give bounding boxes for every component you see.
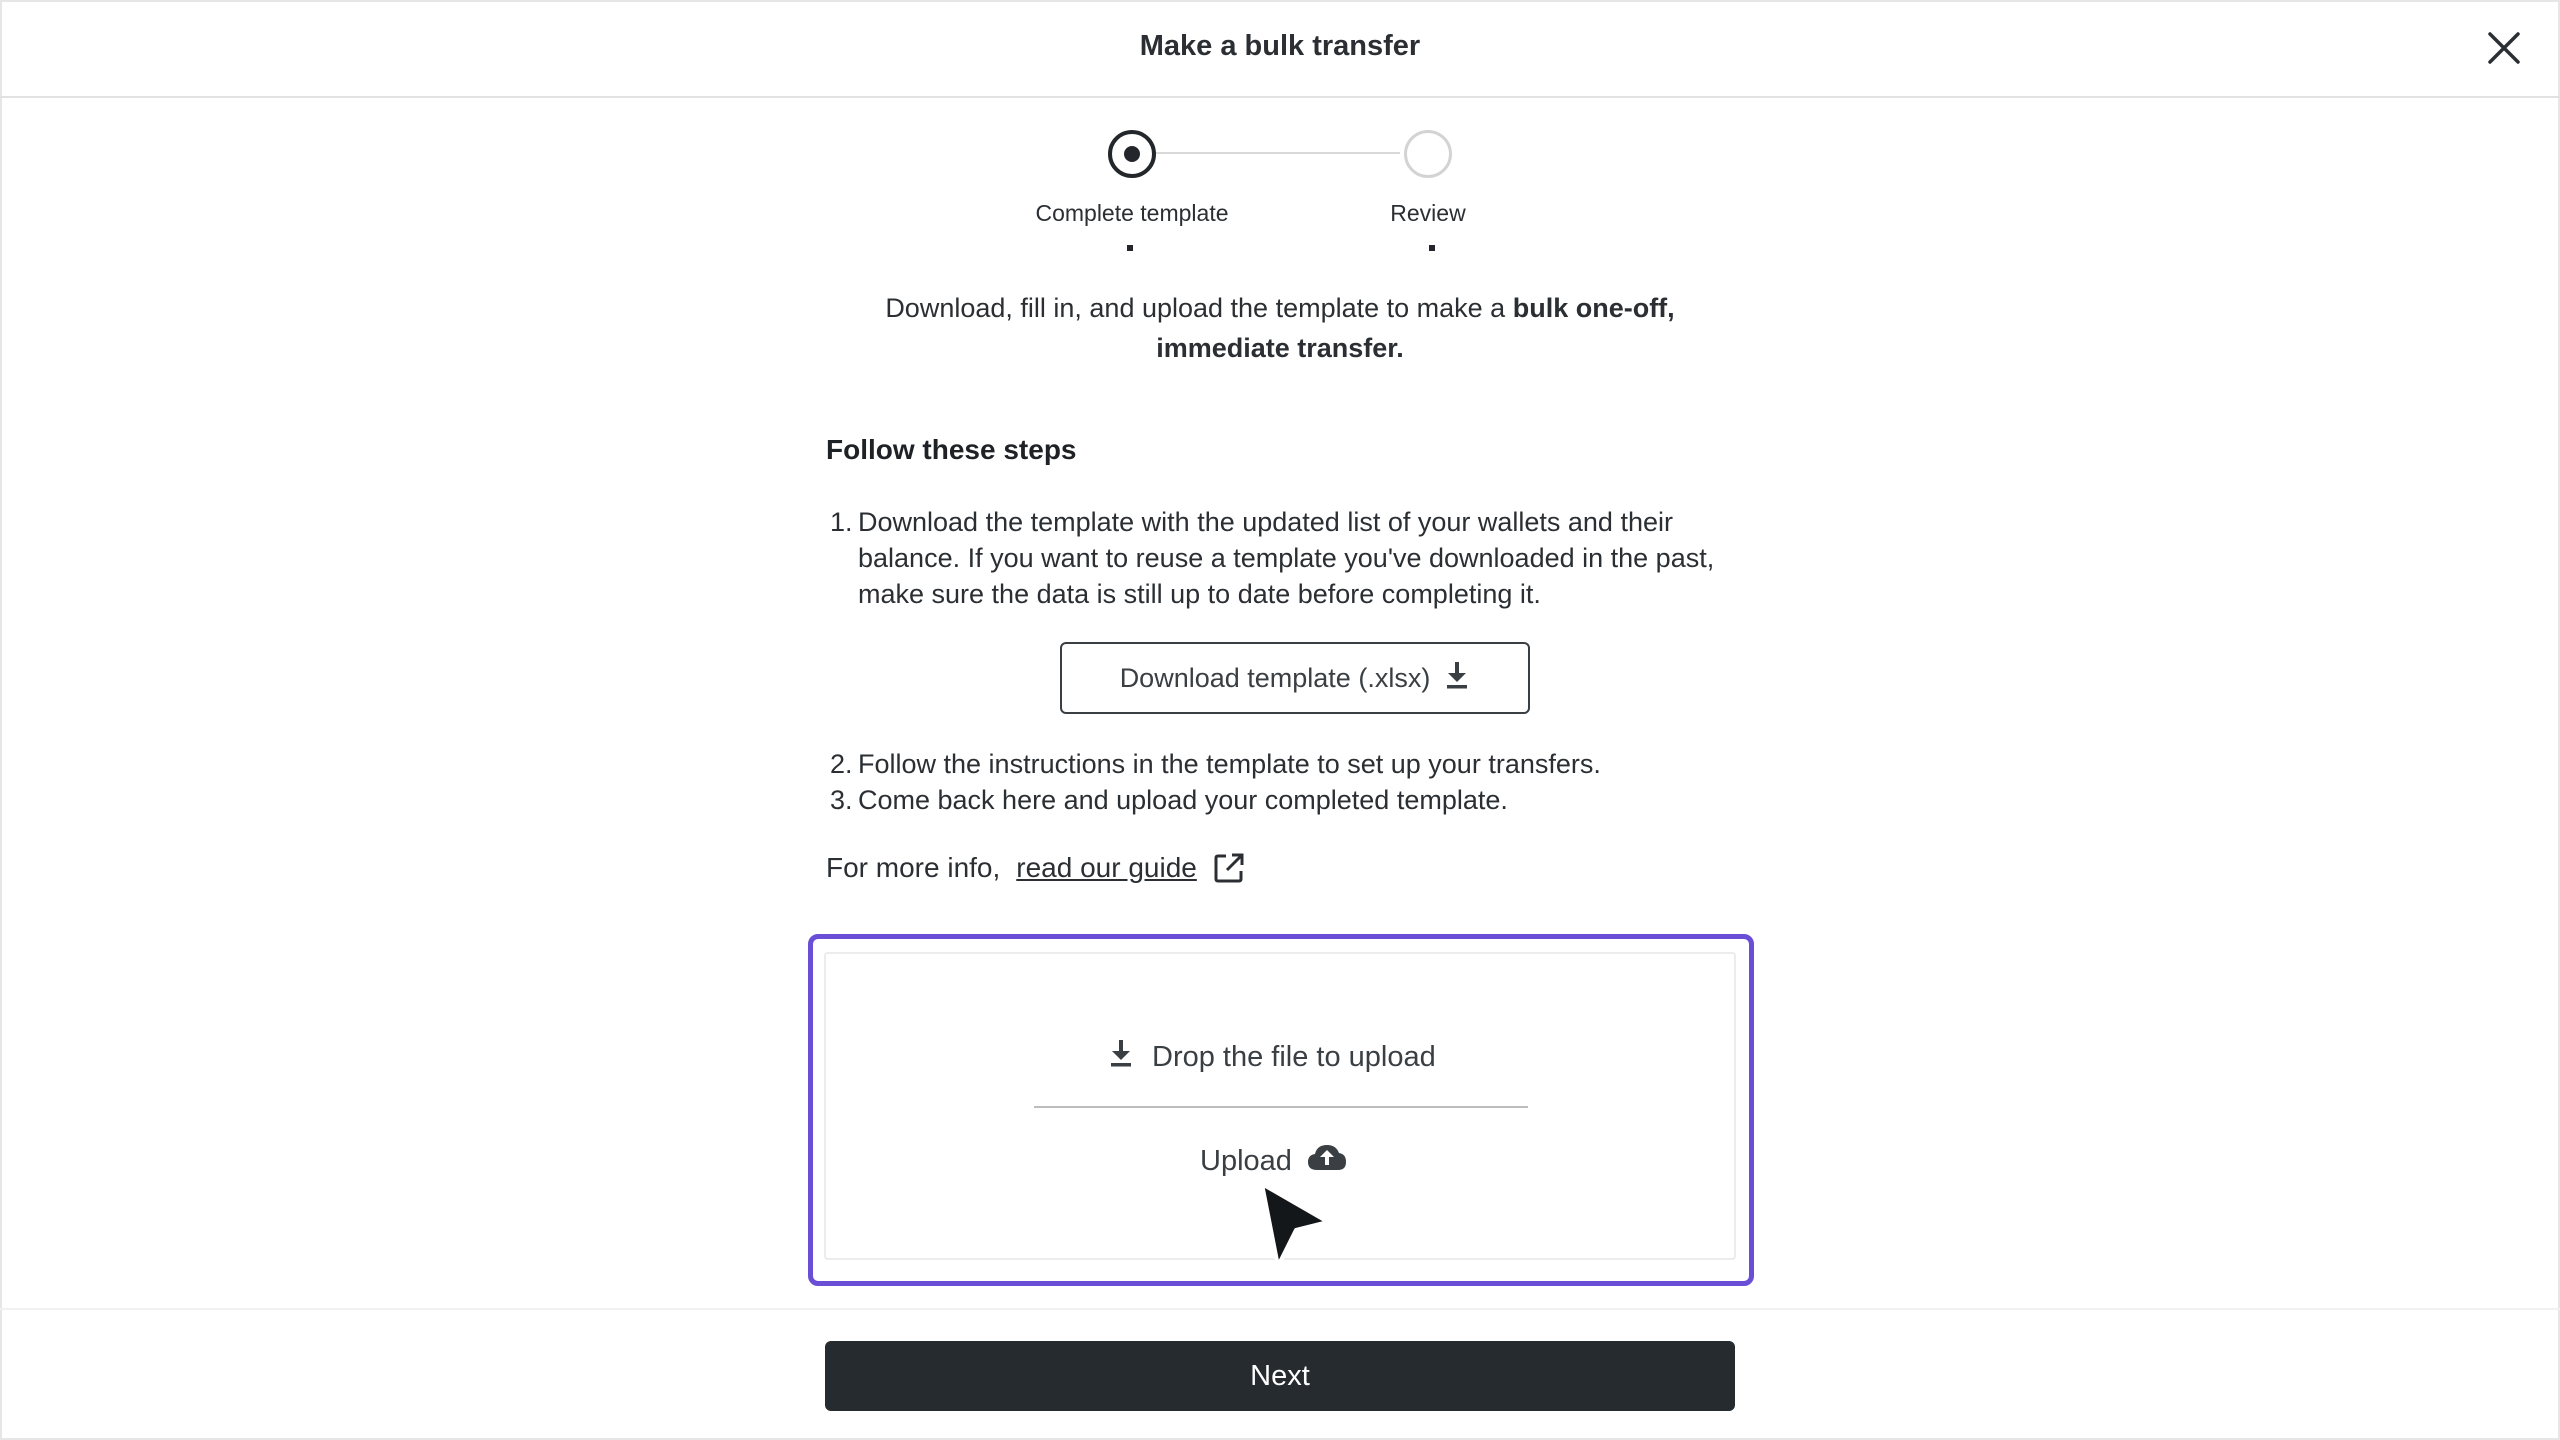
divider (1034, 1106, 1528, 1108)
upload-button[interactable]: Upload (1200, 1142, 1348, 1180)
close-icon[interactable] (2484, 28, 2524, 68)
steps-heading: Follow these steps (826, 434, 1077, 465)
step-label-review: Review (1390, 200, 1466, 226)
footer-separator (0, 1308, 2560, 1310)
download-icon (1108, 1038, 1134, 1076)
download-template-button[interactable]: Download template (.xlsx) (1060, 642, 1530, 714)
step-marker (1127, 245, 1133, 251)
drop-text: Drop the file to upload (1152, 1040, 1436, 1073)
drop-file-area[interactable]: Drop the file to upload (1108, 1038, 1436, 1076)
external-link-icon[interactable] (1213, 852, 1245, 884)
step-label-complete-template: Complete template (1035, 200, 1229, 226)
download-icon (1444, 660, 1470, 697)
step-indicator-inactive (1404, 130, 1452, 178)
more-info: For more info, read our guide (826, 852, 1245, 884)
modal-header: Make a bulk transfer (0, 0, 2560, 98)
mouse-cursor-icon (1256, 1180, 1336, 1270)
next-button[interactable]: Next (825, 1341, 1735, 1411)
cloud-upload-icon (1306, 1142, 1348, 1180)
stepper-connector (1150, 152, 1400, 154)
guide-link[interactable]: read our guide (1016, 852, 1197, 884)
intro-text: Download, fill in, and upload the templa… (885, 293, 1675, 363)
step-indicator-active (1108, 130, 1156, 178)
step-marker (1429, 245, 1435, 251)
modal-title: Make a bulk transfer (1139, 30, 1421, 62)
